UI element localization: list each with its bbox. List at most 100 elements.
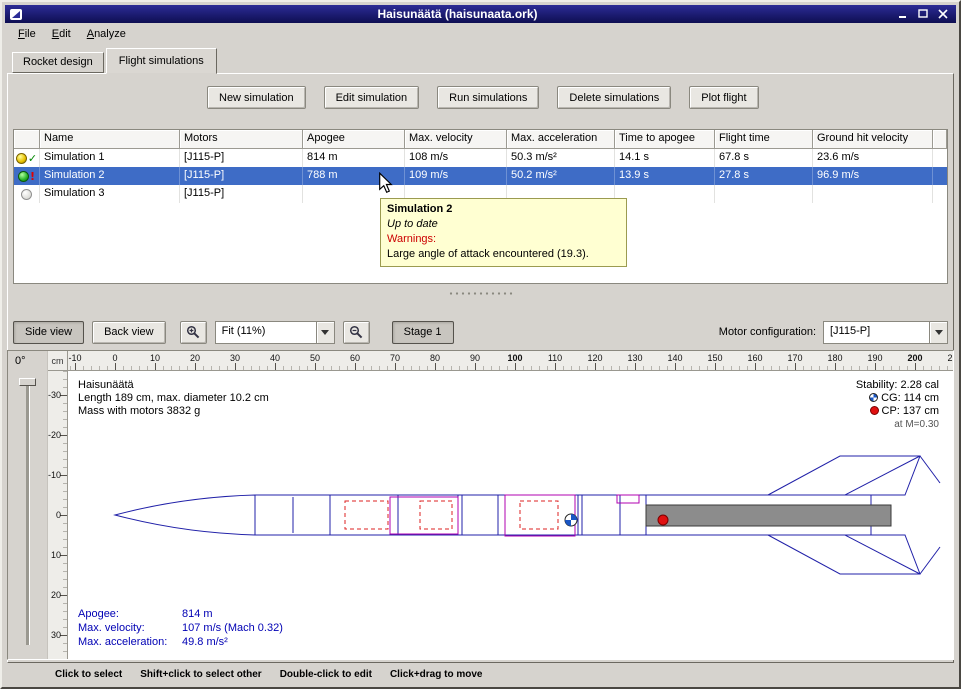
minimize-button[interactable] (895, 7, 912, 21)
run-simulations-button[interactable]: Run simulations (437, 86, 539, 109)
motor-configuration-arrow[interactable] (929, 322, 947, 343)
table-row-simulation-1[interactable]: ✓Simulation 1[J115-P]814 m108 m/s50.3 m/… (14, 149, 947, 167)
window-icon[interactable] (9, 8, 23, 21)
v-ruler-tick (60, 435, 67, 436)
column-header-max-velocity[interactable]: Max. velocity (405, 130, 507, 149)
h-ruler-tick (595, 363, 596, 370)
v-ruler-number: 20 (48, 590, 61, 600)
cell-ground_hit_velocity: 96.9 m/s (813, 167, 933, 185)
cell-flight_time (715, 185, 813, 203)
flight-data-row: Apogee:814 m (78, 607, 283, 621)
h-ruler-tick (515, 363, 516, 370)
back-view-button[interactable]: Back view (92, 321, 166, 344)
h-ruler-number: 150 (698, 353, 732, 363)
v-ruler-number: 10 (48, 550, 61, 560)
menu-file[interactable]: File (10, 25, 44, 43)
titlebar[interactable]: Haisunäätä (haisunaata.ork) (5, 5, 956, 23)
h-ruler-number: 180 (818, 353, 852, 363)
menu-edit[interactable]: Edit (44, 25, 79, 43)
zoom-in-button[interactable] (180, 321, 207, 344)
column-header-time-to-apogee[interactable]: Time to apogee (615, 130, 715, 149)
rocket-canvas[interactable]: Haisunäätä Length 189 cm, max. diameter … (68, 371, 953, 659)
cell-motors: [J115-P] (180, 167, 303, 185)
column-header-flight-time[interactable]: Flight time (715, 130, 813, 149)
rotation-gutter: 0° (8, 351, 48, 659)
side-view-button[interactable]: Side view (13, 321, 84, 344)
cell-time_to_apogee (615, 185, 715, 203)
tooltip-warning-text: Large angle of attack encountered (19.3)… (387, 247, 620, 262)
tooltip-status: Up to date (387, 217, 620, 232)
h-ruler-number: 30 (218, 353, 252, 363)
edit-simulation-button[interactable]: Edit simulation (324, 86, 420, 109)
column-header-apogee[interactable]: Apogee (303, 130, 405, 149)
stage-1-toggle[interactable]: Stage 1 (392, 321, 454, 344)
motor-configuration-select[interactable]: [J115-P] (823, 321, 948, 344)
view-toolbar: Side view Back view Fit (11%) Stage 1 Mo… (13, 319, 948, 345)
cell-ground_hit_velocity: 23.6 m/s (813, 149, 933, 167)
h-ruler-tick (395, 363, 396, 370)
cp-marker (658, 515, 668, 525)
zoom-out-button[interactable] (343, 321, 370, 344)
tooltip-warnings-label: Warnings: (387, 232, 620, 247)
zoom-select-arrow[interactable] (316, 322, 334, 343)
h-ruler-number: 130 (618, 353, 652, 363)
h-ruler-tick (235, 363, 236, 370)
simulation-status-cell: ! (14, 167, 40, 185)
simulation-status-cell (14, 185, 40, 203)
plot-flight-button[interactable]: Plot flight (689, 86, 758, 109)
zoom-select[interactable]: Fit (11%) (215, 321, 335, 344)
h-ruler-number: 20 (178, 353, 212, 363)
nose-cone[interactable] (115, 495, 255, 535)
flight-data-label: Max. acceleration: (78, 635, 182, 649)
h-ruler-tick (675, 363, 676, 370)
cell-time_to_apogee: 14.1 s (615, 149, 715, 167)
tab-flight-simulations[interactable]: Flight simulations (106, 48, 217, 74)
column-header-max-acceleration[interactable]: Max. acceleration (507, 130, 615, 149)
cell-max_acceleration: 50.3 m/s² (507, 149, 615, 167)
table-row-simulation-2[interactable]: !Simulation 2[J115-P]788 m109 m/s50.2 m/… (14, 167, 947, 185)
h-ruler-tick (875, 363, 876, 370)
mach-condition: at M=0.30 (856, 418, 939, 431)
rocket-dimensions: Length 189 cm, max. diameter 10.2 cm (78, 392, 269, 405)
h-ruler-number: 10 (138, 353, 172, 363)
column-header-ground-hit-velocity[interactable]: Ground hit velocity (813, 130, 933, 149)
column-header-name[interactable]: Name (40, 130, 180, 149)
v-ruler-number: 0 (48, 510, 61, 520)
rotation-slider-thumb[interactable] (19, 378, 36, 386)
h-ruler-number: 170 (778, 353, 812, 363)
cg-value: 114 cm (904, 392, 939, 404)
status-ball-gray-icon (21, 189, 32, 200)
maximize-button[interactable] (915, 7, 932, 21)
horizontal-ruler: -100102030405060708090100110120130140150… (68, 351, 953, 371)
cell-motors: [J115-P] (180, 185, 303, 203)
h-ruler-number: 100 (498, 353, 532, 363)
h-ruler-number: 110 (538, 353, 572, 363)
hint-shift-click-to-select-other: Shift+click to select other (140, 669, 261, 680)
zoom-select-value: Fit (11%) (216, 322, 316, 343)
panel-splitter[interactable] (2, 289, 959, 297)
v-ruler-number: -30 (48, 390, 61, 400)
delete-simulations-button[interactable]: Delete simulations (557, 86, 671, 109)
rotation-slider-track[interactable] (26, 381, 29, 645)
rocket-mass: Mass with motors 3832 g (78, 405, 269, 418)
cell-max_velocity: 108 m/s (405, 149, 507, 167)
column-header-status[interactable] (14, 130, 40, 149)
h-ruler-number: 140 (658, 353, 692, 363)
v-ruler-tick (60, 555, 67, 556)
simulation-toolbar: New simulation Edit simulation Run simulat… (207, 86, 759, 109)
motor-tube[interactable] (646, 505, 891, 526)
menu-analyze[interactable]: Analyze (79, 25, 134, 43)
h-ruler-tick (715, 363, 716, 370)
chevron-down-icon (321, 330, 329, 335)
simulation-tooltip: Simulation 2 Up to date Warnings: Large … (380, 198, 627, 267)
cell-max_acceleration: 50.2 m/s² (507, 167, 615, 185)
h-ruler-tick (115, 363, 116, 370)
tab-rocket-design[interactable]: Rocket design (12, 52, 104, 73)
cg-icon (869, 393, 878, 402)
close-button[interactable] (935, 7, 952, 21)
new-simulation-button[interactable]: New simulation (207, 86, 306, 109)
statusbar: Click to selectShift+click to select oth… (5, 665, 956, 684)
h-ruler-tick (275, 363, 276, 370)
h-ruler-number: 70 (378, 353, 412, 363)
column-header-motors[interactable]: Motors (180, 130, 303, 149)
